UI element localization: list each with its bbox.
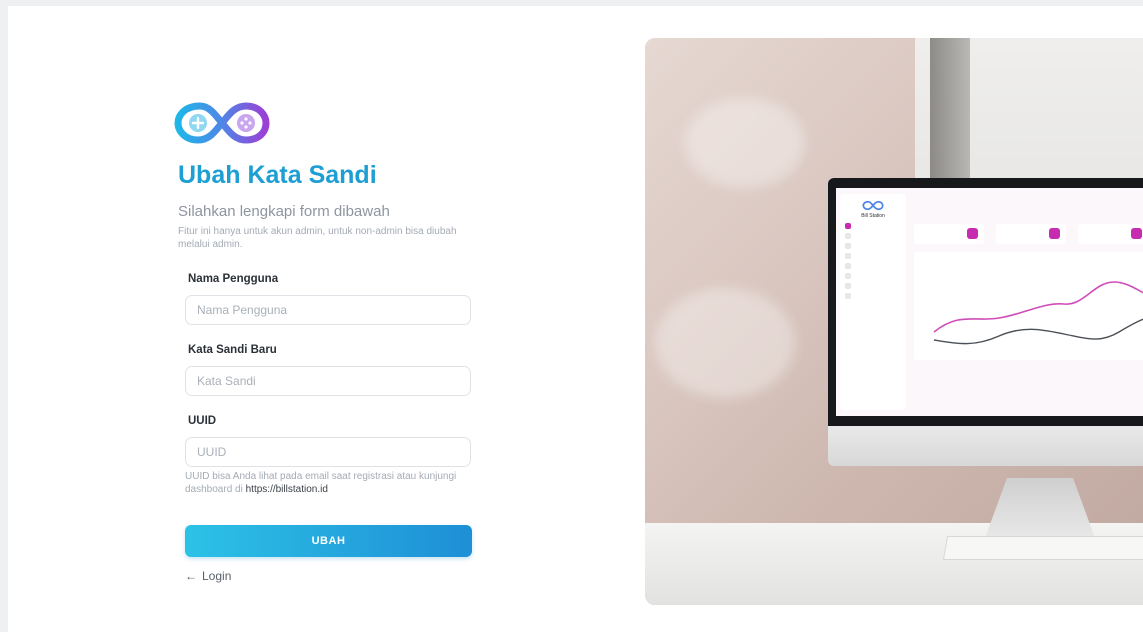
uuid-label: UUID (188, 415, 217, 427)
preview-sidebar-item (845, 243, 901, 249)
preview-chart (914, 252, 1143, 360)
preview-sidebar-item (845, 233, 901, 239)
new-password-label: Kata Sandi Baru (188, 344, 277, 356)
username-input[interactable] (185, 295, 471, 325)
preview-sidebar-item (845, 223, 901, 229)
monitor-chin (828, 426, 1143, 466)
uuid-hint: UUID bisa Anda lihat pada email saat reg… (185, 470, 475, 496)
preview-sidebar-item (845, 263, 901, 269)
preview-sidebar-item (845, 283, 901, 289)
brand-logo-icon (174, 102, 270, 144)
preview-sidebar-item (845, 273, 901, 279)
preview-sidebar-item (845, 253, 901, 259)
hero-illustration: Bill Station (645, 38, 1143, 605)
preview-chart-lines (933, 281, 1143, 345)
preview-stat-card (1078, 224, 1143, 244)
back-to-login-label: Login (202, 569, 232, 583)
preview-stat-card (996, 224, 1066, 244)
page-title: Ubah Kata Sandi (178, 161, 377, 189)
arrow-left-icon: ← (185, 569, 197, 583)
wall-texture (655, 288, 795, 398)
preview-stat-card (914, 224, 984, 244)
monitor-bezel: Bill Station (828, 178, 1143, 426)
preview-sidebar-item (845, 293, 901, 299)
preview-sidebar: Bill Station (840, 194, 906, 410)
billstation-link[interactable]: https://billstation.id (246, 484, 328, 495)
page: Ubah Kata Sandi Silahkan lengkapi form d… (8, 6, 1143, 632)
monitor-stand (985, 478, 1095, 538)
keyboard (942, 536, 1143, 560)
admin-note: Fitur ini hanya untuk akun admin, untuk … (178, 226, 457, 250)
monitor-illustration: Bill Station (828, 178, 1143, 466)
dashboard-preview: Bill Station (836, 188, 1143, 416)
form-subtitle: Silahkan lengkapi form dibawah (178, 203, 390, 220)
username-label: Nama Pengguna (188, 273, 279, 285)
preview-brand-name: Bill Station (861, 213, 885, 219)
new-password-input[interactable] (185, 366, 471, 396)
preview-logo-icon (862, 200, 884, 211)
change-password-form: Ubah Kata Sandi Silahkan lengkapi form d… (174, 98, 478, 583)
back-to-login-link[interactable]: ← Login (185, 569, 478, 583)
uuid-input[interactable] (185, 437, 471, 467)
submit-button[interactable]: UBAH (185, 525, 472, 557)
wall-texture (685, 98, 805, 188)
preview-logo: Bill Station (840, 200, 906, 219)
